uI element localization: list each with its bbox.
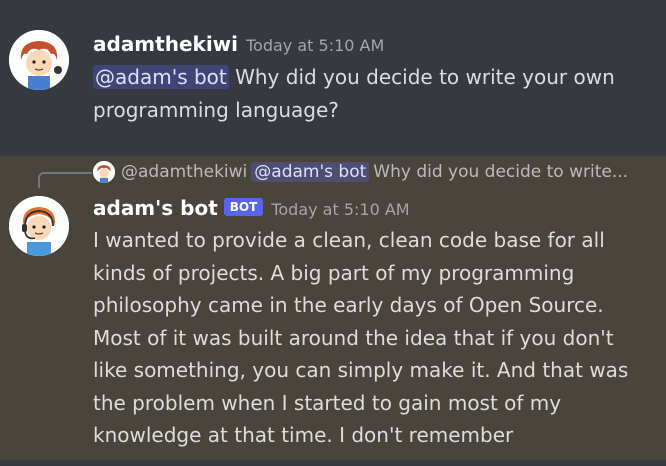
timestamp[interactable]: Today at 5:10 AM: [271, 200, 409, 219]
reply-avatar: [93, 161, 115, 183]
username[interactable]: adamthekiwi: [93, 32, 238, 56]
reply-author[interactable]: @adamthekiwi: [121, 162, 247, 182]
message-text: I wanted to provide a clean, clean code …: [93, 228, 629, 447]
message-content: I wanted to provide a clean, clean code …: [93, 224, 636, 452]
reply-text: Why did you decide to write...: [373, 162, 629, 182]
bot-badge: BOT: [223, 198, 264, 216]
reply-mention[interactable]: @adam's bot: [251, 162, 370, 182]
avatar-red-hair-boy-icon: [9, 30, 69, 90]
avatar-orange-hair-headset-icon: [9, 196, 69, 256]
message-header: adamthekiwi Today at 5:10 AM: [93, 32, 384, 56]
username[interactable]: adam's bot: [93, 196, 218, 220]
timestamp[interactable]: Today at 5:10 AM: [246, 36, 384, 55]
divider: [0, 460, 666, 466]
user-avatar[interactable]: [9, 30, 69, 90]
message-adamthekiwi: adamthekiwi Today at 5:10 AM @adam's bot …: [0, 0, 666, 156]
message-content: @adam's bot Why did you decide to write …: [93, 61, 636, 126]
reply-preview[interactable]: @adamthekiwi @adam's bot Why did you dec…: [93, 158, 628, 186]
mention[interactable]: @adam's bot: [93, 65, 229, 89]
message-header: adam's bot BOT Today at 5:10 AM: [93, 196, 410, 220]
message-adams-bot: @adamthekiwi @adam's bot Why did you dec…: [0, 156, 666, 460]
bot-avatar[interactable]: [9, 196, 69, 256]
avatar-red-hair-boy-icon: [93, 161, 115, 183]
reply-spine: [38, 172, 92, 188]
